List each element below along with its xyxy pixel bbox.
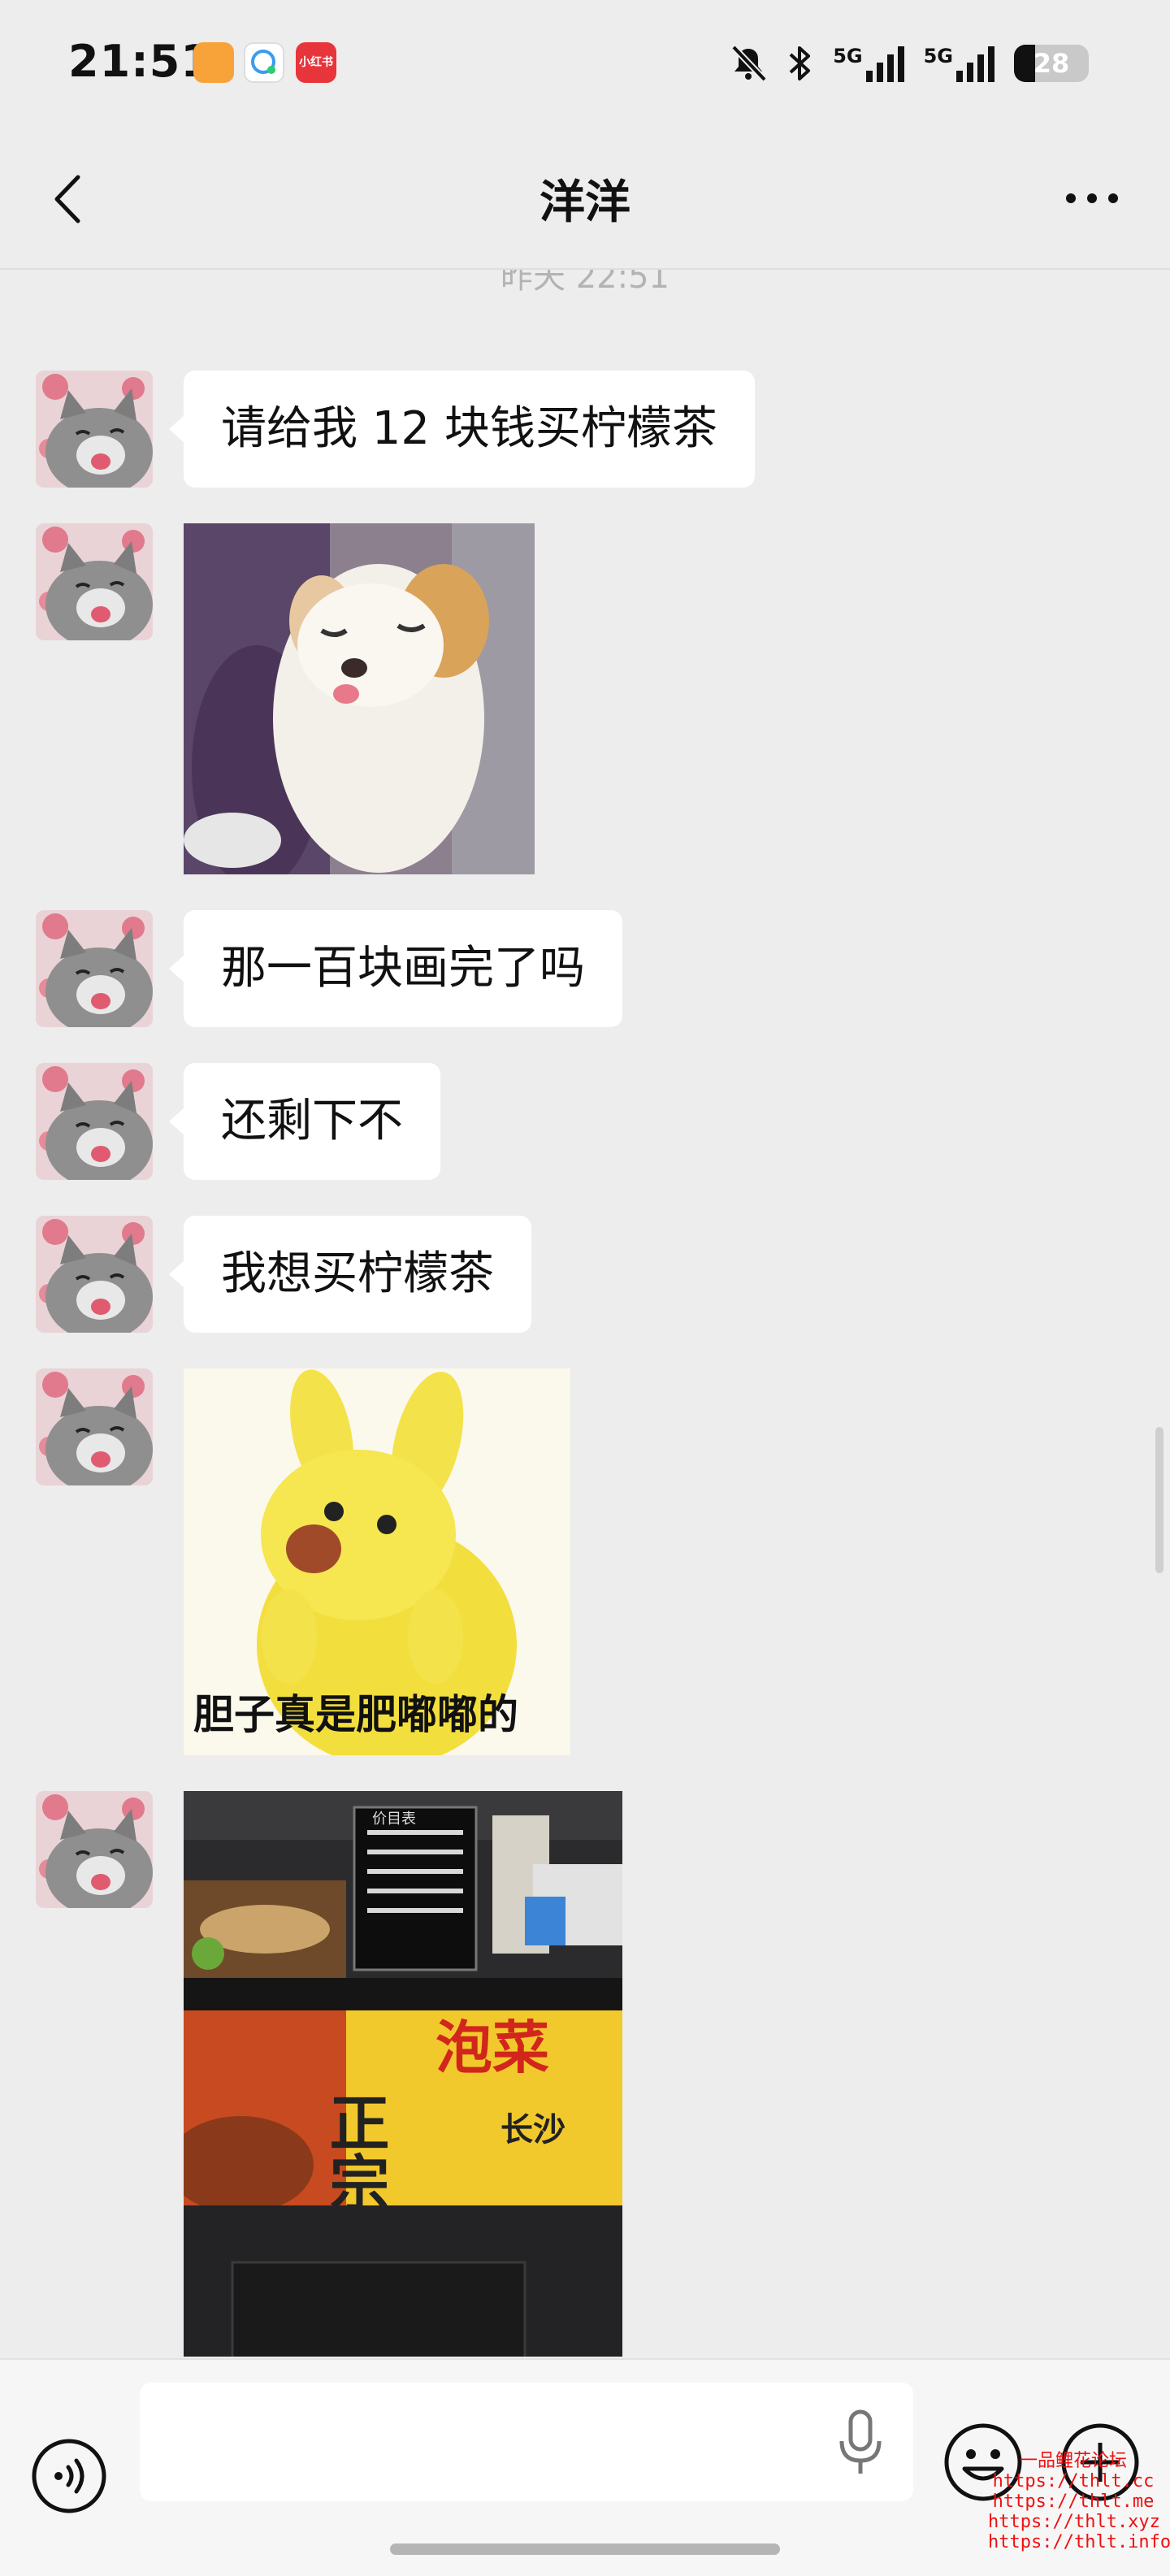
watermark-line: https://thlt.info	[988, 2532, 1170, 2552]
status-indicators: 5G 5G 28	[729, 39, 1089, 88]
network-type-1: 5G	[833, 45, 863, 67]
message-timestamp: 昨天 22:51	[500, 270, 670, 296]
watermark-title: 一品鲤花论坛	[1019, 2451, 1127, 2471]
sticker-caption: 胆子真是肥嘟嘟的	[193, 1691, 518, 1738]
watermark-line: https://thlt.xyz	[988, 2512, 1160, 2532]
battery-icon: 28	[1014, 45, 1089, 82]
battery-percent: 28	[1033, 48, 1070, 79]
avatar[interactable]	[36, 1216, 153, 1333]
chat-title: 洋洋	[540, 176, 630, 229]
bubble-app-icon	[244, 42, 284, 83]
cat-avatar-icon	[36, 1368, 153, 1485]
cat-avatar-icon	[36, 1063, 153, 1180]
status-time: 21:51	[68, 36, 212, 87]
signal-2: 5G	[924, 45, 994, 82]
cat-avatar-icon	[36, 910, 153, 1027]
cat-avatar-icon	[36, 1791, 153, 1908]
ellipsis-icon[interactable]	[1060, 179, 1124, 218]
signal-bars-2-icon	[956, 45, 994, 82]
avatar[interactable]	[36, 523, 153, 640]
avatar[interactable]	[36, 371, 153, 488]
chat-scrollbar[interactable]	[1155, 1427, 1164, 1573]
cat-avatar-icon	[36, 1216, 153, 1333]
network-type-2: 5G	[923, 45, 953, 67]
message-bubble[interactable]: 还剩下不	[169, 1063, 440, 1180]
stall-menu-title: 价目表	[372, 1811, 416, 1828]
food-stall-photo-icon: 正宗 泡菜 长沙 价目表	[184, 1791, 622, 2357]
status-bar: 21:51 小红书 5G 5G 28	[0, 0, 1170, 130]
stall-sign-sub: 长沙	[500, 2111, 566, 2149]
sticker-message-kangaroo[interactable]: 胆子真是肥嘟嘟的	[184, 1368, 570, 1755]
message-list[interactable]: 昨天 22:51 请给我 12 块钱买柠檬茶 那一百块画完了吗 还剩下不 我想买…	[0, 270, 1170, 2357]
avatar[interactable]	[36, 1063, 153, 1180]
orange-app-icon	[193, 42, 234, 83]
avatar[interactable]	[36, 1368, 153, 1485]
chihuahua-photo-icon	[184, 523, 535, 874]
signal-1: 5G	[833, 45, 904, 82]
avatar[interactable]	[36, 1791, 153, 1908]
microphone-icon[interactable]	[837, 2409, 884, 2477]
chat-header: 洋洋	[0, 130, 1170, 270]
message-bubble[interactable]: 请给我 12 块钱买柠檬茶	[169, 371, 755, 488]
image-message-food-stall[interactable]: 正宗 泡菜 长沙 价目表	[184, 1791, 622, 2357]
watermark: 一品鲤花论坛 https://thlt.cc https://thlt.me h…	[988, 2451, 1170, 2552]
input-bar: 一品鲤花论坛 https://thlt.cc https://thlt.me h…	[0, 2358, 1170, 2576]
signal-bars-1-icon	[865, 45, 904, 82]
watermark-line: https://thlt.me	[992, 2491, 1155, 2512]
watermark-line: https://thlt.cc	[992, 2471, 1155, 2491]
message-input[interactable]	[140, 2383, 913, 2501]
cat-avatar-icon	[36, 371, 153, 488]
message-bubble[interactable]: 我想买柠檬茶	[169, 1216, 531, 1333]
stall-sign-red: 泡菜	[436, 2014, 549, 2081]
bluetooth-icon	[789, 46, 811, 80]
mute-bell-icon	[731, 45, 768, 82]
message-bubble[interactable]: 那一百块画完了吗	[169, 910, 622, 1027]
xiaohongshu-app-icon: 小红书	[296, 42, 336, 83]
voice-toggle-icon[interactable]	[31, 2438, 107, 2514]
stall-sign-main: 正宗	[319, 2092, 389, 2212]
image-message-chihuahua[interactable]	[184, 523, 535, 874]
home-indicator[interactable]	[390, 2543, 780, 2555]
avatar[interactable]	[36, 910, 153, 1027]
cat-avatar-icon	[36, 523, 153, 640]
